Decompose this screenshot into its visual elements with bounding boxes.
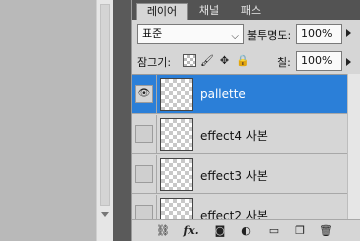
document-canvas[interactable] <box>0 0 96 241</box>
divider <box>156 75 157 114</box>
move-icon[interactable]: ✥ <box>218 54 231 67</box>
tab-paths[interactable]: 패스 <box>230 3 272 20</box>
fill-label: 칠: <box>277 56 291 69</box>
layer-thumbnail <box>160 118 193 151</box>
eye-icon[interactable]: 👁 <box>135 85 153 103</box>
fill-slider-arrow-icon[interactable] <box>346 58 351 66</box>
visibility-toggle[interactable] <box>135 165 153 183</box>
layer-row-pallette[interactable]: 👁 pallette <box>132 75 360 114</box>
canvas-scroll-thumb[interactable] <box>100 4 110 206</box>
layers-scrollbar[interactable] <box>347 74 360 219</box>
layer-name: pallette <box>200 87 246 101</box>
new-layer-icon[interactable]: ❐ <box>292 223 308 239</box>
link-icon[interactable]: ⛓ <box>154 223 172 239</box>
blend-mode-select[interactable]: 표준 ⌵ <box>137 24 244 44</box>
layer-name: effect2 사본 <box>200 209 268 219</box>
lock-icon[interactable]: 🔒 <box>236 54 250 67</box>
fx-icon[interactable]: fx. <box>182 223 200 239</box>
layer-row-effect3-copy[interactable]: effect3 사본 <box>132 155 360 194</box>
divider <box>156 155 157 194</box>
tab-layers[interactable]: 레이어 <box>136 3 188 20</box>
lock-fill-row: 잠그기: 🖌 ✥ 🔒 칠: 100% <box>132 49 360 73</box>
brush-icon[interactable]: 🖌 <box>200 54 214 67</box>
visibility-toggle[interactable] <box>135 205 153 219</box>
adjustment-layer-icon[interactable]: ◐ <box>238 223 254 239</box>
layer-row-effect2-copy[interactable]: effect2 사본 <box>132 195 360 219</box>
layer-thumbnail <box>160 78 193 111</box>
scroll-down-arrow-icon[interactable] <box>101 212 109 217</box>
layers-panel: 레이어 채널 패스 표준 ⌵ 불투명도: 100% 잠그기: 🖌 ✥ 🔒 칠: … <box>131 0 360 241</box>
layer-name: effect3 사본 <box>200 169 268 183</box>
opacity-slider-arrow-icon[interactable] <box>346 29 351 37</box>
folder-icon[interactable]: ▭ <box>266 223 282 239</box>
fill-input[interactable]: 100% <box>296 51 342 71</box>
layer-row-effect4-copy[interactable]: effect4 사본 <box>132 115 360 154</box>
opacity-input[interactable]: 100% <box>296 24 342 44</box>
layer-list: 👁 pallette effect4 사본 effect3 사본 effect2… <box>132 74 360 219</box>
chevron-down-icon: ⌵ <box>231 31 239 42</box>
workspace-gap <box>113 0 131 241</box>
opacity-label: 불투명도: <box>247 29 292 42</box>
lock-label: 잠그기: <box>137 56 172 69</box>
layer-thumbnail <box>160 158 193 191</box>
layers-footer-toolbar: ⛓ fx. ◙ ◐ ▭ ❐ 🗑 <box>132 219 360 241</box>
layer-thumbnail <box>160 198 193 219</box>
layer-name: effect4 사본 <box>200 129 268 143</box>
canvas-vertical-scrollbar[interactable] <box>96 0 113 241</box>
trash-icon[interactable]: 🗑 <box>318 223 334 239</box>
tab-channels[interactable]: 채널 <box>188 3 230 20</box>
blend-mode-value: 표준 <box>142 27 163 40</box>
panel-tab-bar: 레이어 채널 패스 <box>132 0 360 20</box>
divider <box>156 195 157 219</box>
layer-mask-icon[interactable]: ◙ <box>212 223 228 239</box>
lock-transparent-icon[interactable] <box>183 54 196 67</box>
divider <box>156 115 157 154</box>
blend-opacity-row: 표준 ⌵ 불투명도: 100% <box>132 21 360 46</box>
visibility-toggle[interactable] <box>135 125 153 143</box>
